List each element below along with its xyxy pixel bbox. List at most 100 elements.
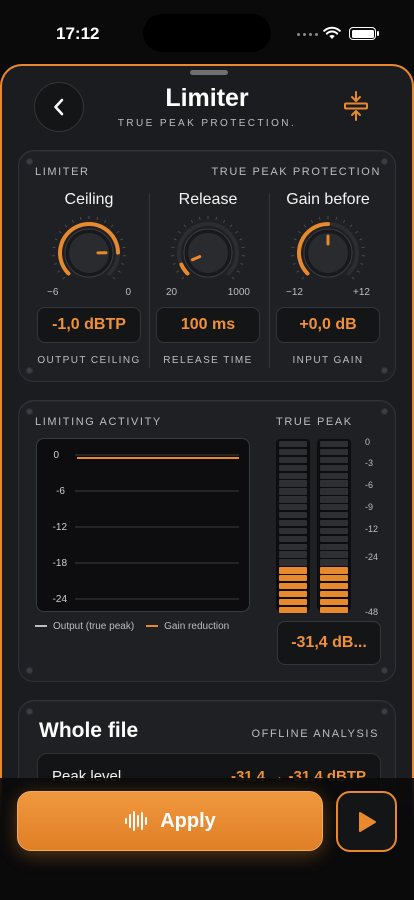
meter-scale-label: -6 [365,480,374,490]
meter-segment [279,590,307,598]
graph-tick-label: 0 [53,450,59,461]
screw-icon [381,667,388,674]
knob-title: Release [178,191,238,208]
meter-scale-label: -12 [365,524,379,534]
gain-value-field[interactable]: +0,0 dB [276,307,380,343]
knob-max-label: 1000 [227,287,250,298]
meter-segment [320,488,348,495]
meter-segment [320,567,348,574]
meter-segment [320,551,348,558]
meter-segment [320,590,348,598]
meter-segment [279,543,307,550]
meter-segment [320,464,348,471]
release-knob[interactable] [168,215,248,287]
meter-segment [320,512,348,519]
panel-caption: OFFLINE ANALYSIS [251,728,379,740]
ceiling-knob[interactable] [49,215,129,287]
limiter-sheet: Limiter TRUE PEAK PROTECTION. LIMITER TR… [0,64,414,900]
meter-segment [279,559,307,566]
meter-segment [279,464,307,471]
meter-segment [279,441,307,448]
play-button[interactable] [336,791,397,852]
meter-segment [320,472,348,479]
meter-segment [320,535,348,542]
meter-segment [279,480,307,487]
wifi-icon [323,26,341,39]
meter-segment [279,527,307,535]
screw-icon [26,667,33,674]
knob-min-label: −12 [286,287,303,298]
screw-icon [26,708,33,715]
meter-segment [279,504,307,511]
meter-segment [320,480,348,487]
meter-scale-label: 0 [365,437,371,447]
graph-legend: Output (true peak) Gain reduction [35,621,229,632]
compress-icon [344,91,368,121]
meter-segment [279,512,307,519]
knob-max-label: 0 [125,287,131,298]
ceiling-value-field[interactable]: -1,0 dBTP [37,307,141,343]
meter-segment [320,448,348,456]
release-value-field[interactable]: 100 ms [156,307,260,343]
meter-segment [279,456,307,464]
true-peak-meter-right [317,439,351,613]
screw-icon [381,708,388,715]
waveform-icon [125,811,148,831]
gain-control: Gain before −12 +12 +0,0 dB INPUT GAIN [268,191,388,366]
screw-icon [26,408,33,415]
screw-icon [26,367,33,374]
meter-scale-label: -9 [365,502,374,512]
graph-tick-label: -24 [53,594,68,605]
meter-segment [279,583,307,590]
screw-icon [381,158,388,165]
knob-title: Ceiling [64,191,114,208]
legend-gain-reduction: Gain reduction [146,621,229,632]
gain-knob[interactable] [288,215,368,287]
meter-segment [320,598,348,606]
compress-button[interactable] [338,88,374,124]
play-icon [358,811,376,832]
meter-segment [320,519,348,527]
meter-segment [279,551,307,558]
sheet-grabber[interactable] [190,70,228,75]
meter-segment [279,488,307,495]
activity-graph-canvas: 0 -6 -12 -18 -24 [53,450,239,605]
meter-segment [279,567,307,574]
meter-segment [320,583,348,590]
graph-tick-label: -18 [53,558,68,569]
dynamic-island [143,14,271,52]
activity-graph: 0 -6 -12 -18 -24 [36,438,250,612]
knob-caption: INPUT GAIN [292,355,364,366]
screw-icon [26,158,33,165]
meter-segment [320,441,348,448]
meter-segment [320,543,348,550]
meter-segment [279,496,307,503]
meter-segment [320,606,348,613]
knob-min-label: 20 [166,287,178,298]
apply-button[interactable]: Apply [17,791,323,851]
knob-max-label: +12 [353,287,370,298]
release-control: Release 20 1000 100 ms RELEASE TIME [148,191,268,366]
meter-segment [279,472,307,479]
ceiling-control: Ceiling −6 0 -1,0 dBTP OUTPUT CEILING [29,191,149,366]
meter-segment [320,456,348,464]
meter-segment [279,535,307,542]
meter-scale-label: -48 [365,607,379,617]
limiter-controls-panel: LIMITER TRUE PEAK PROTECTION Ceiling −6 … [18,150,396,382]
meter-scale-label: -24 [365,552,379,562]
knob-caption: RELEASE TIME [163,355,253,366]
meter-segment [279,598,307,606]
true-peak-readout: -31,4 dB... [277,621,381,665]
panel-caption: LIMITING ACTIVITY [35,416,162,428]
knob-title: Gain before [286,191,370,208]
panel-caption: LIMITER [35,166,90,178]
battery-icon [349,27,379,40]
knob-caption: OUTPUT CEILING [37,355,141,366]
meter-segment [279,606,307,613]
meter-segment [279,519,307,527]
legend-output: Output (true peak) [35,621,134,632]
limiting-activity-panel: LIMITING ACTIVITY TRUE PEAK 0 -6 -12 -18… [18,400,396,682]
meter-scale-label: -3 [365,458,374,468]
meter-segment [320,559,348,566]
meter-segment [320,527,348,535]
